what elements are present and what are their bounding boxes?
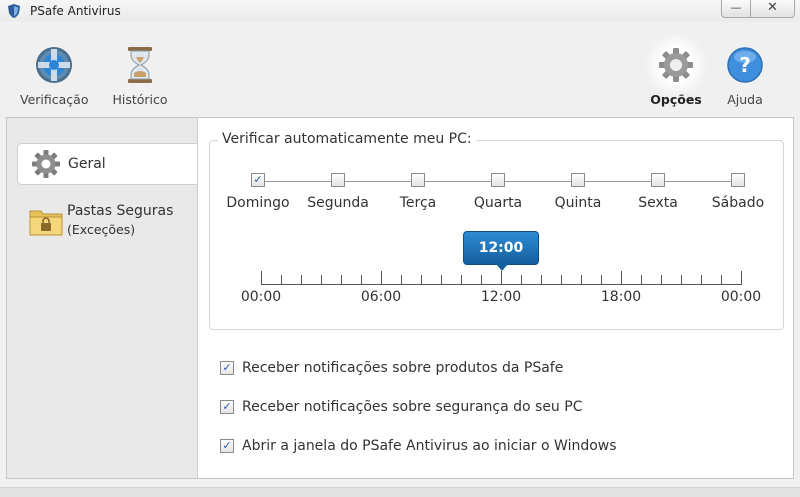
ruler-tick	[701, 275, 702, 285]
ruler-tick	[621, 271, 622, 285]
hour-tick-label: 00:00	[240, 289, 282, 305]
ruler-tick	[581, 275, 582, 285]
ruler-tick	[521, 275, 522, 285]
ruler-tick	[661, 275, 662, 285]
title-bar: PSafe Antivirus — ✕	[0, 0, 800, 22]
time-slider-handle[interactable]: 12:00	[463, 231, 539, 271]
day-option[interactable]: Quarta	[458, 173, 538, 211]
day-checkbox[interactable]: ✓	[251, 173, 265, 187]
time-ruler[interactable]	[261, 271, 742, 285]
day-checkbox[interactable]	[331, 173, 345, 187]
ruler-tick	[741, 271, 742, 285]
day-label: Sábado	[711, 195, 765, 211]
ruler-tick	[341, 275, 342, 285]
gear-icon	[32, 150, 60, 178]
sidebar-item-label: Pastas Seguras	[67, 203, 174, 219]
sidebar-item-pastas-seguras[interactable]: Pastas Seguras (Exceções)	[17, 202, 197, 242]
ruler-tick	[441, 275, 442, 285]
verificacao-label: Verificação	[20, 92, 89, 107]
option-checkbox[interactable]: ✓	[220, 361, 234, 375]
hour-tick-label: 18:00	[600, 289, 642, 305]
schedule-title: Verificar automaticamente meu PC:	[218, 131, 476, 147]
day-option[interactable]: Terça	[378, 173, 458, 211]
ajuda-label: Ajuda	[727, 92, 763, 107]
sidebar: Geral Pastas Seguras (Exceções)	[7, 118, 197, 478]
ruler-tick	[281, 275, 282, 285]
day-checkbox[interactable]	[651, 173, 665, 187]
ruler-tick	[481, 275, 482, 285]
historico-button[interactable]: Histórico	[110, 45, 170, 107]
opcoes-button[interactable]: Opções	[644, 33, 708, 107]
ruler-tick	[641, 275, 642, 285]
ruler-tick	[501, 271, 502, 285]
day-checkbox[interactable]	[491, 173, 505, 187]
option-checkbox[interactable]: ✓	[220, 439, 234, 453]
ruler-tick	[681, 275, 682, 285]
day-option[interactable]: Sexta	[618, 173, 698, 211]
day-checkbox[interactable]	[571, 173, 585, 187]
opcoes-label: Opções	[650, 92, 702, 107]
gear-icon	[659, 48, 693, 82]
hour-tick-label: 12:00	[480, 289, 522, 305]
ruler-tick	[321, 275, 322, 285]
status-strip	[0, 487, 800, 497]
ruler-tick	[381, 271, 382, 285]
ruler-tick	[721, 275, 722, 285]
ruler-tick	[561, 275, 562, 285]
option-label: Receber notificações sobre produtos da P…	[242, 360, 564, 376]
help-icon: ?	[727, 47, 763, 83]
ruler-tick	[601, 275, 602, 285]
minimize-button[interactable]: —	[721, 0, 751, 18]
locked-folder-icon	[29, 210, 63, 236]
ajuda-button[interactable]: ? Ajuda	[718, 45, 772, 107]
svg-text:?: ?	[739, 53, 751, 77]
ruler-tick	[421, 275, 422, 285]
day-label: Quarta	[473, 195, 523, 211]
day-label: Domingo	[226, 195, 290, 211]
close-button[interactable]: ✕	[751, 0, 795, 18]
day-label: Quinta	[554, 195, 602, 211]
window-title: PSafe Antivirus	[30, 4, 121, 18]
sidebar-item-label: Geral	[68, 156, 106, 172]
schedule-group: Verificar automaticamente meu PC: ✓ Domin…	[209, 131, 784, 330]
ruler-tick	[361, 275, 362, 285]
day-option[interactable]: Quinta	[538, 173, 618, 211]
psafe-shield-icon	[8, 4, 20, 18]
day-option[interactable]: ✓ Domingo	[218, 173, 298, 211]
sidebar-item-sublabel: (Exceções)	[67, 222, 136, 237]
hour-tick-label: 06:00	[360, 289, 402, 305]
option-label: Receber notificações sobre segurança do …	[242, 399, 583, 415]
historico-label: Histórico	[112, 92, 168, 107]
day-label: Sexta	[638, 195, 678, 211]
ruler-tick	[301, 275, 302, 285]
scan-icon	[36, 47, 72, 83]
day-label: Terça	[399, 195, 437, 211]
ruler-tick	[261, 271, 262, 285]
day-option[interactable]: Sábado	[698, 173, 778, 211]
toolbar: Verificação Histórico Opções ? Ajuda	[0, 22, 800, 114]
hour-tick-label: 00:00	[720, 289, 762, 305]
hourglass-icon	[128, 47, 152, 83]
option-checkbox[interactable]: ✓	[220, 400, 234, 414]
content-panel: Verificar automaticamente meu PC: ✓ Domin…	[197, 118, 793, 478]
main-panel: Geral Pastas Seguras (Exceções) Verifica…	[6, 117, 794, 479]
day-label: Segunda	[307, 195, 369, 211]
sidebar-item-geral[interactable]: Geral	[17, 143, 197, 185]
option-label: Abrir a janela do PSafe Antivirus ao ini…	[242, 438, 617, 454]
day-checkbox[interactable]	[411, 173, 425, 187]
day-checkbox[interactable]	[731, 173, 745, 187]
verificacao-button[interactable]: Verificação	[20, 45, 88, 107]
ruler-tick	[401, 275, 402, 285]
ruler-tick	[541, 275, 542, 285]
ruler-tick	[461, 275, 462, 285]
day-option[interactable]: Segunda	[298, 173, 378, 211]
